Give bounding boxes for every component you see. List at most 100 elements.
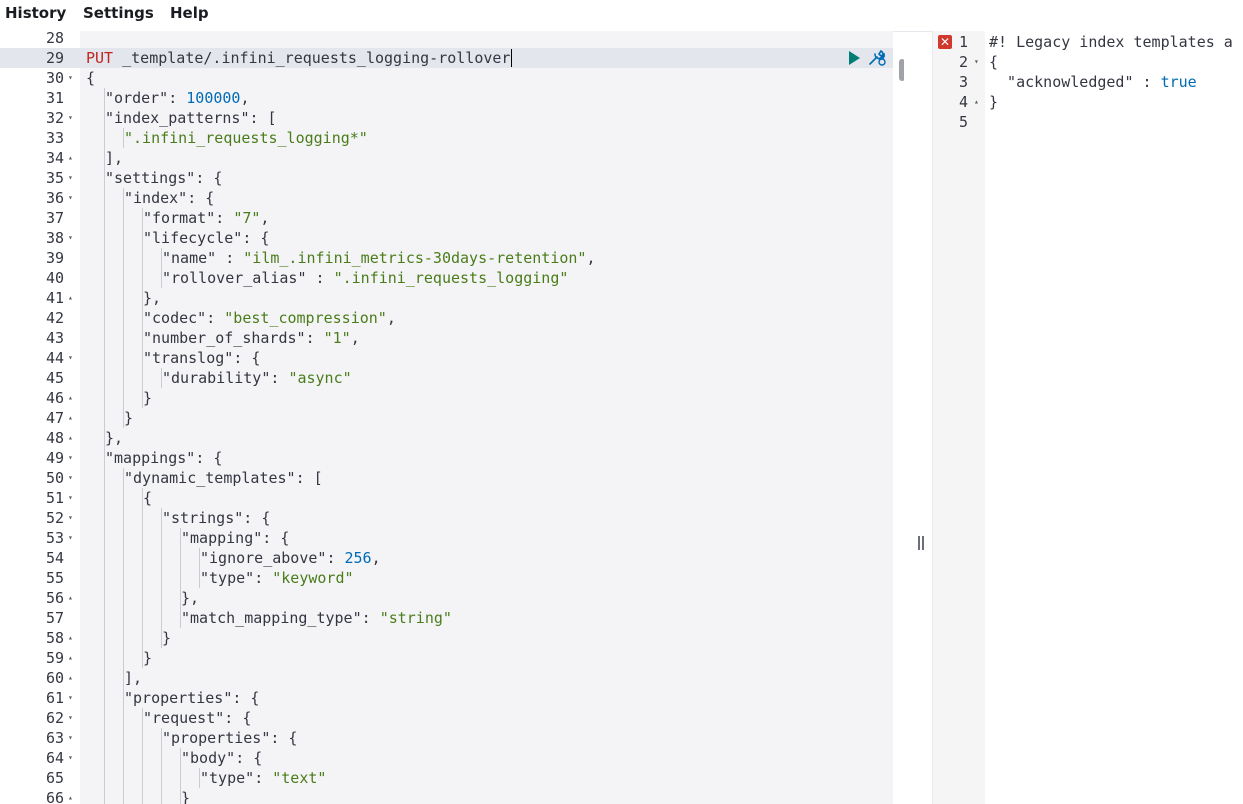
line-number: 44 ▾ <box>0 348 80 368</box>
code-token: "translog" <box>143 349 234 367</box>
fold-arrow-down-icon[interactable]: ▾ <box>68 348 73 368</box>
indent-guide <box>123 208 124 228</box>
fold-arrow-down-icon[interactable]: ▾ <box>68 508 73 528</box>
indent-guide <box>104 728 105 748</box>
menu-help[interactable]: Help <box>170 3 209 23</box>
line-number: 63 ▾ <box>0 728 80 748</box>
code-token: , <box>586 249 596 267</box>
line-number-text: 50 <box>45 469 64 487</box>
code-line: } <box>143 648 152 668</box>
fold-arrow-down-icon[interactable]: ▾ <box>974 52 979 72</box>
indent-guide <box>104 548 105 568</box>
line-number-text: 64 <box>45 749 64 767</box>
indent-guide <box>104 148 105 168</box>
fold-arrow-up-icon[interactable]: ▴ <box>68 428 73 448</box>
code-token: , <box>260 209 270 227</box>
fold-arrow-down-icon[interactable]: ▾ <box>68 728 73 748</box>
play-icon[interactable] <box>846 50 862 66</box>
fold-arrow-down-icon[interactable]: ▾ <box>68 448 73 468</box>
fold-arrow-up-icon[interactable]: ▴ <box>68 388 73 408</box>
fold-arrow-down-icon[interactable]: ▾ <box>68 488 73 508</box>
code-token: : <box>306 269 334 287</box>
code-token: : { <box>224 709 252 727</box>
line-number: 60 ▴ <box>0 668 80 688</box>
indent-guide <box>199 768 200 788</box>
indent-guide <box>180 608 181 628</box>
indent-guide <box>104 768 105 788</box>
fold-arrow-up-icon[interactable]: ▴ <box>68 588 73 608</box>
code-line: "match_mapping_type": "string" <box>181 608 452 628</box>
line-number-text: 45 <box>45 369 64 387</box>
fold-arrow-up-icon[interactable]: ▴ <box>68 668 73 688</box>
indent-guide <box>123 348 124 368</box>
wrench-icon[interactable] <box>866 48 890 68</box>
fold-arrow-up-icon[interactable]: ▴ <box>68 628 73 648</box>
indent-guide <box>142 228 143 248</box>
indent-guide <box>104 588 105 608</box>
code-line: "type": "text" <box>200 768 326 788</box>
code-token: : { <box>195 449 223 467</box>
indent-guide <box>142 528 143 548</box>
code-token: , <box>240 89 250 107</box>
code-line: "rollover_alias" : ".infini_requests_log… <box>162 268 568 288</box>
indent-guide <box>180 528 181 548</box>
indent-guide <box>142 208 143 228</box>
line-number: 34 ▴ <box>0 148 80 168</box>
editor-code-area[interactable]: PUT _template/.infini_requests_logging-r… <box>80 31 893 804</box>
menu-history[interactable]: History <box>5 3 66 23</box>
fold-arrow-up-icon[interactable]: ▴ <box>68 148 73 168</box>
fold-arrow-down-icon[interactable]: ▾ <box>68 168 73 188</box>
request-editor[interactable]: 28 29 30 ▾ 31 32 ▾ 33 34 ▴ 35 ▾ 36 ▾ 37 38 ▾ 39 40 41 ▴ 42 43 4… <box>0 31 904 804</box>
fold-arrow-up-icon[interactable]: ▴ <box>68 788 73 804</box>
code-token: : <box>361 609 380 627</box>
menu-settings[interactable]: Settings <box>83 3 154 23</box>
error-x-icon[interactable]: ✕ <box>938 35 952 49</box>
code-line: "format": "7", <box>143 208 269 228</box>
indent-guide <box>104 708 105 728</box>
code-token: : <box>216 249 244 267</box>
indent-guide <box>180 748 181 768</box>
line-number-text: 4 <box>959 93 969 111</box>
editor-scrollbar[interactable] <box>899 59 904 81</box>
line-number-text: 62 <box>45 709 64 727</box>
code-token: "durability" <box>162 369 271 387</box>
fold-arrow-up-icon[interactable]: ▴ <box>68 648 73 668</box>
indent-guide <box>142 368 143 388</box>
code-line: ], <box>124 668 142 688</box>
fold-arrow-down-icon[interactable]: ▾ <box>68 708 73 728</box>
code-token: "format" <box>143 209 216 227</box>
indent-guide <box>123 328 124 348</box>
code-token: }, <box>143 289 162 307</box>
fold-arrow-up-icon[interactable]: ▴ <box>974 92 979 112</box>
indent-guide <box>123 508 124 528</box>
indent-guide <box>104 208 105 228</box>
fold-arrow-down-icon[interactable]: ▾ <box>68 748 73 768</box>
resize-handle-icon[interactable] <box>916 533 926 553</box>
indent-guide <box>123 668 124 688</box>
fold-arrow-up-icon[interactable]: ▴ <box>68 408 73 428</box>
fold-arrow-down-icon[interactable]: ▾ <box>68 188 73 208</box>
fold-arrow-down-icon[interactable]: ▾ <box>68 108 73 128</box>
indent-guide <box>123 708 124 728</box>
line-number: 31 <box>0 88 80 108</box>
indent-guide <box>104 608 105 628</box>
code-token: "index" <box>124 189 188 207</box>
indent-guide <box>104 128 105 148</box>
fold-arrow-down-icon[interactable]: ▾ <box>68 688 73 708</box>
indent-guide <box>123 388 124 408</box>
line-number-text: 43 <box>45 329 64 347</box>
fold-arrow-up-icon[interactable]: ▴ <box>68 288 73 308</box>
code-token: "rollover_alias" <box>162 269 307 287</box>
indent-guide <box>142 268 143 288</box>
indent-guide <box>123 628 124 648</box>
code-line: "mapping": { <box>181 528 289 548</box>
indent-guide <box>104 748 105 768</box>
fold-arrow-down-icon[interactable]: ▾ <box>68 468 73 488</box>
fold-arrow-down-icon[interactable]: ▾ <box>68 228 73 248</box>
code-token: ], <box>105 149 124 167</box>
response-panel: ✕ 1 2 ▾ 3 4 ▴ 5 #! Legacy index templates a{ "a… <box>932 31 1243 804</box>
line-number-text: 49 <box>45 449 64 467</box>
fold-arrow-down-icon[interactable]: ▾ <box>68 528 73 548</box>
fold-arrow-down-icon[interactable]: ▾ <box>68 68 73 88</box>
line-number: 51 ▾ <box>0 488 80 508</box>
